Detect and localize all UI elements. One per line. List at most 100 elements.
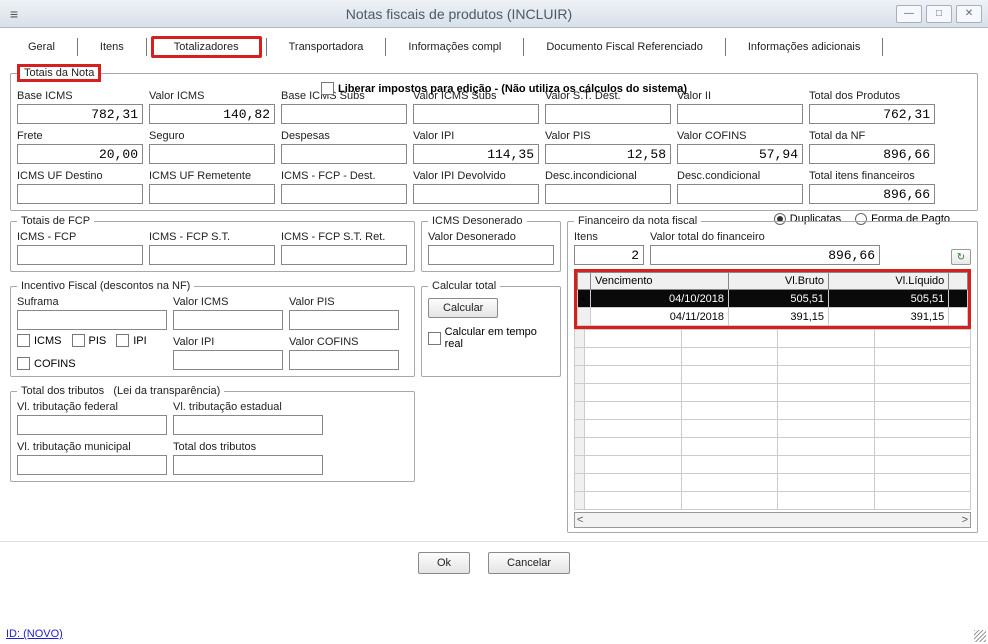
label-desc-incondicional: Desc.incondicional [545, 170, 671, 182]
legend-totais-nota: Totais da Nota [17, 64, 101, 82]
input-base-icms[interactable]: 782,31 [17, 104, 143, 124]
input-desc-incondicional[interactable] [545, 184, 671, 204]
label-total-nf: Total da NF [809, 130, 935, 142]
tab-info-adic[interactable]: Informações adicionais [730, 37, 879, 57]
minimize-button[interactable]: — [896, 5, 922, 23]
col-vencimento[interactable]: Vencimento [591, 273, 729, 290]
input-inc-valor-pis[interactable] [289, 310, 399, 330]
refresh-icon[interactable]: ↻ [951, 249, 971, 265]
input-total-nf[interactable]: 896,66 [809, 144, 935, 164]
tab-info-compl[interactable]: Informações compl [390, 37, 519, 57]
label-trib-municipal: Vl. tributação municipal [17, 441, 167, 453]
chk-pis[interactable]: PIS [72, 334, 107, 347]
legend-totais-fcp: Totais de FCP [17, 215, 94, 227]
window-title: Notas fiscais de produtos (INCLUIR) [22, 6, 896, 22]
input-total-itens-fin[interactable]: 896,66 [809, 184, 935, 204]
chk-ipi[interactable]: IPI [116, 334, 146, 347]
chk-tempo-real[interactable]: Calcular em tempo real [428, 326, 554, 350]
input-suframa[interactable] [17, 310, 167, 330]
chk-cofins[interactable]: COFINS [17, 357, 76, 370]
label-base-icms: Base ICMS [17, 90, 143, 102]
input-icms-fcp[interactable] [17, 245, 143, 265]
legend-calcular: Calcular total [428, 280, 500, 292]
input-trib-estadual[interactable] [173, 415, 323, 435]
scroll-left-icon[interactable]: < [577, 514, 583, 526]
input-desc-condicional[interactable] [677, 184, 803, 204]
input-trib-federal[interactable] [17, 415, 167, 435]
financeiro-table[interactable]: Vencimento Vl.Bruto Vl.Líquido 04/10/201… [577, 272, 968, 326]
input-inc-valor-ipi[interactable] [173, 350, 283, 370]
input-base-icms-subs[interactable] [281, 104, 407, 124]
label-icms-fcp-st-ret: ICMS - FCP S.T. Ret. [281, 231, 407, 243]
menu-icon[interactable]: ≡ [6, 7, 22, 21]
input-frete[interactable]: 20,00 [17, 144, 143, 164]
tab-itens[interactable]: Itens [82, 37, 142, 57]
input-valor-desonerado[interactable] [428, 245, 554, 265]
input-icms-fcp-st-ret[interactable] [281, 245, 407, 265]
table-row[interactable]: 04/10/2018 505,51 505,51 [578, 290, 968, 308]
resize-grip-icon[interactable] [974, 630, 986, 642]
id-link[interactable]: ID: (NOVO) [6, 628, 63, 640]
label-valor-ipi-devolvido: Valor IPI Devolvido [413, 170, 539, 182]
input-icms-fcp-dest[interactable] [281, 184, 407, 204]
tabs-bar: Geral Itens Totalizadores Transportadora… [0, 28, 988, 58]
input-inc-valor-cofins[interactable] [289, 350, 399, 370]
window-buttons: — □ ✕ [896, 5, 982, 23]
label-desc-condicional: Desc.condicional [677, 170, 803, 182]
input-valor-cofins[interactable]: 57,94 [677, 144, 803, 164]
input-total-produtos[interactable]: 762,31 [809, 104, 935, 124]
h-scrollbar[interactable]: < > [574, 512, 971, 528]
legend-financeiro: Financeiro da nota fiscal [574, 215, 701, 227]
group-calcular: Calcular total Calcular Calcular em temp… [421, 280, 561, 377]
input-valor-icms[interactable]: 140,82 [149, 104, 275, 124]
label-valor-cofins: Valor COFINS [677, 130, 803, 142]
maximize-button[interactable]: □ [926, 5, 952, 23]
calcular-button[interactable]: Calcular [428, 298, 498, 318]
scroll-right-icon[interactable]: > [962, 514, 968, 526]
input-fin-itens[interactable]: 2 [574, 245, 644, 265]
label-inc-valor-pis: Valor PIS [289, 296, 399, 308]
input-valor-st-dest[interactable] [545, 104, 671, 124]
input-valor-ii[interactable] [677, 104, 803, 124]
label-valor-ii: Valor II [677, 90, 803, 102]
financeiro-table-empty [574, 329, 971, 510]
label-inc-valor-icms: Valor ICMS [173, 296, 283, 308]
input-icms-uf-remetente[interactable] [149, 184, 275, 204]
cancelar-button[interactable]: Cancelar [488, 552, 570, 574]
input-despesas[interactable] [281, 144, 407, 164]
label-suframa: Suframa [17, 296, 167, 308]
close-button[interactable]: ✕ [956, 5, 982, 23]
legend-total-tributos: Total dos tributos (Lei da transparência… [17, 385, 224, 397]
input-valor-ipi-devolvido[interactable] [413, 184, 539, 204]
input-inc-valor-icms[interactable] [173, 310, 283, 330]
label-fin-valor-total: Valor total do financeiro [650, 231, 880, 243]
input-trib-municipal[interactable] [17, 455, 167, 475]
input-fin-valor-total[interactable]: 896,66 [650, 245, 880, 265]
group-icms-desonerado: ICMS Desonerado Valor Desonerado [421, 215, 561, 272]
tab-doc-ref[interactable]: Documento Fiscal Referenciado [528, 37, 721, 57]
tab-transportadora[interactable]: Transportadora [271, 37, 382, 57]
bottom-bar: Ok Cancelar [0, 541, 988, 584]
label-icms-fcp-dest: ICMS - FCP - Dest. [281, 170, 407, 182]
ok-button[interactable]: Ok [418, 552, 470, 574]
input-trib-total[interactable] [173, 455, 323, 475]
table-row[interactable]: 04/11/2018 391,15 391,15 [578, 308, 968, 326]
group-financeiro: Financeiro da nota fiscal Itens2 Valor t… [567, 215, 978, 533]
col-vlliquido[interactable]: Vl.Líquido [829, 273, 949, 290]
liberar-checkbox[interactable]: Liberar impostos para edição - (Não util… [321, 82, 687, 95]
input-valor-icms-subs[interactable] [413, 104, 539, 124]
chk-icms[interactable]: ICMS [17, 334, 62, 347]
input-icms-fcp-st[interactable] [149, 245, 275, 265]
col-pagto[interactable] [949, 273, 968, 290]
label-inc-valor-cofins: Valor COFINS [289, 336, 399, 348]
label-valor-icms: Valor ICMS [149, 90, 275, 102]
input-valor-pis[interactable]: 12,58 [545, 144, 671, 164]
tab-totalizadores[interactable]: Totalizadores [151, 36, 262, 58]
input-seguro[interactable] [149, 144, 275, 164]
input-valor-ipi[interactable]: 114,35 [413, 144, 539, 164]
label-icms-uf-destino: ICMS UF Destino [17, 170, 143, 182]
label-trib-federal: Vl. tributação federal [17, 401, 167, 413]
tab-geral[interactable]: Geral [10, 37, 73, 57]
col-vlbruto[interactable]: Vl.Bruto [729, 273, 829, 290]
input-icms-uf-destino[interactable] [17, 184, 143, 204]
